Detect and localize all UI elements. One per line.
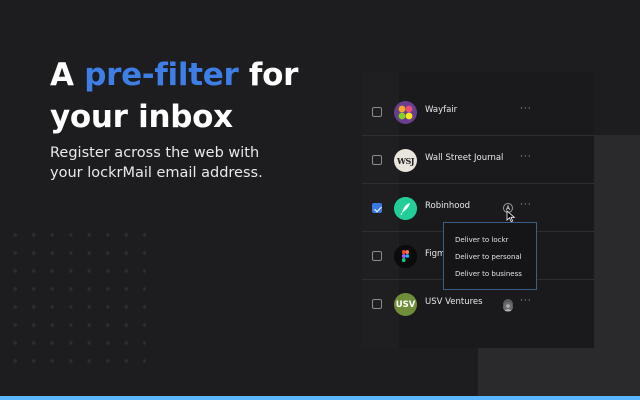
wsj-logo-icon: WSJ [394, 149, 417, 172]
wayfair-logo-icon [394, 101, 417, 124]
sender-list-panel: Wayfair ··· WSJ Wall Street Journal ··· … [362, 72, 594, 348]
row-checkbox[interactable] [372, 203, 382, 213]
menu-item-deliver-lockr[interactable]: Deliver to lockr [455, 236, 508, 244]
sender-name: USV Ventures [425, 297, 483, 307]
delivery-options-menu: Deliver to lockr Deliver to personal Del… [443, 222, 537, 290]
row-checkbox[interactable] [372, 155, 382, 165]
hero-title: A pre-filter for your inbox [50, 54, 298, 138]
hero-title-pre: A [50, 57, 85, 93]
sender-row-wayfair[interactable]: Wayfair ··· [362, 88, 594, 136]
more-options-icon[interactable]: ··· [520, 296, 532, 306]
row-checkbox[interactable] [372, 251, 382, 261]
sender-name: Robinhood [425, 201, 471, 211]
sender-name: Wall Street Journal [425, 153, 504, 163]
figma-logo-icon [394, 245, 417, 268]
menu-item-deliver-business[interactable]: Deliver to business [455, 270, 522, 278]
menu-item-deliver-personal[interactable]: Deliver to personal [455, 253, 522, 261]
avatar [503, 299, 513, 312]
hero-title-accent: pre-filter [84, 57, 239, 93]
robinhood-feather-icon [394, 197, 417, 220]
hero-title-post: for [238, 57, 299, 93]
row-checkbox[interactable] [372, 107, 382, 117]
hero-title-line2: your inbox [50, 99, 233, 135]
bottom-accent-bar [0, 396, 640, 400]
hero-subtitle: Register across the web with your lockrM… [50, 143, 310, 183]
hero-subtitle-line1: Register across the web with [50, 145, 260, 161]
dot-grid-decoration [6, 226, 146, 376]
sender-row-wsj[interactable]: WSJ Wall Street Journal ··· [362, 136, 594, 184]
more-options-icon[interactable]: ··· [520, 152, 532, 162]
more-options-icon[interactable]: ··· [520, 104, 532, 114]
sender-name: Wayfair [425, 105, 458, 115]
hero-subtitle-line2: your lockrMail email address. [50, 165, 263, 181]
row-checkbox[interactable] [372, 299, 382, 309]
usv-logo-icon: USV [394, 293, 417, 316]
more-options-icon[interactable]: ··· [520, 200, 532, 210]
